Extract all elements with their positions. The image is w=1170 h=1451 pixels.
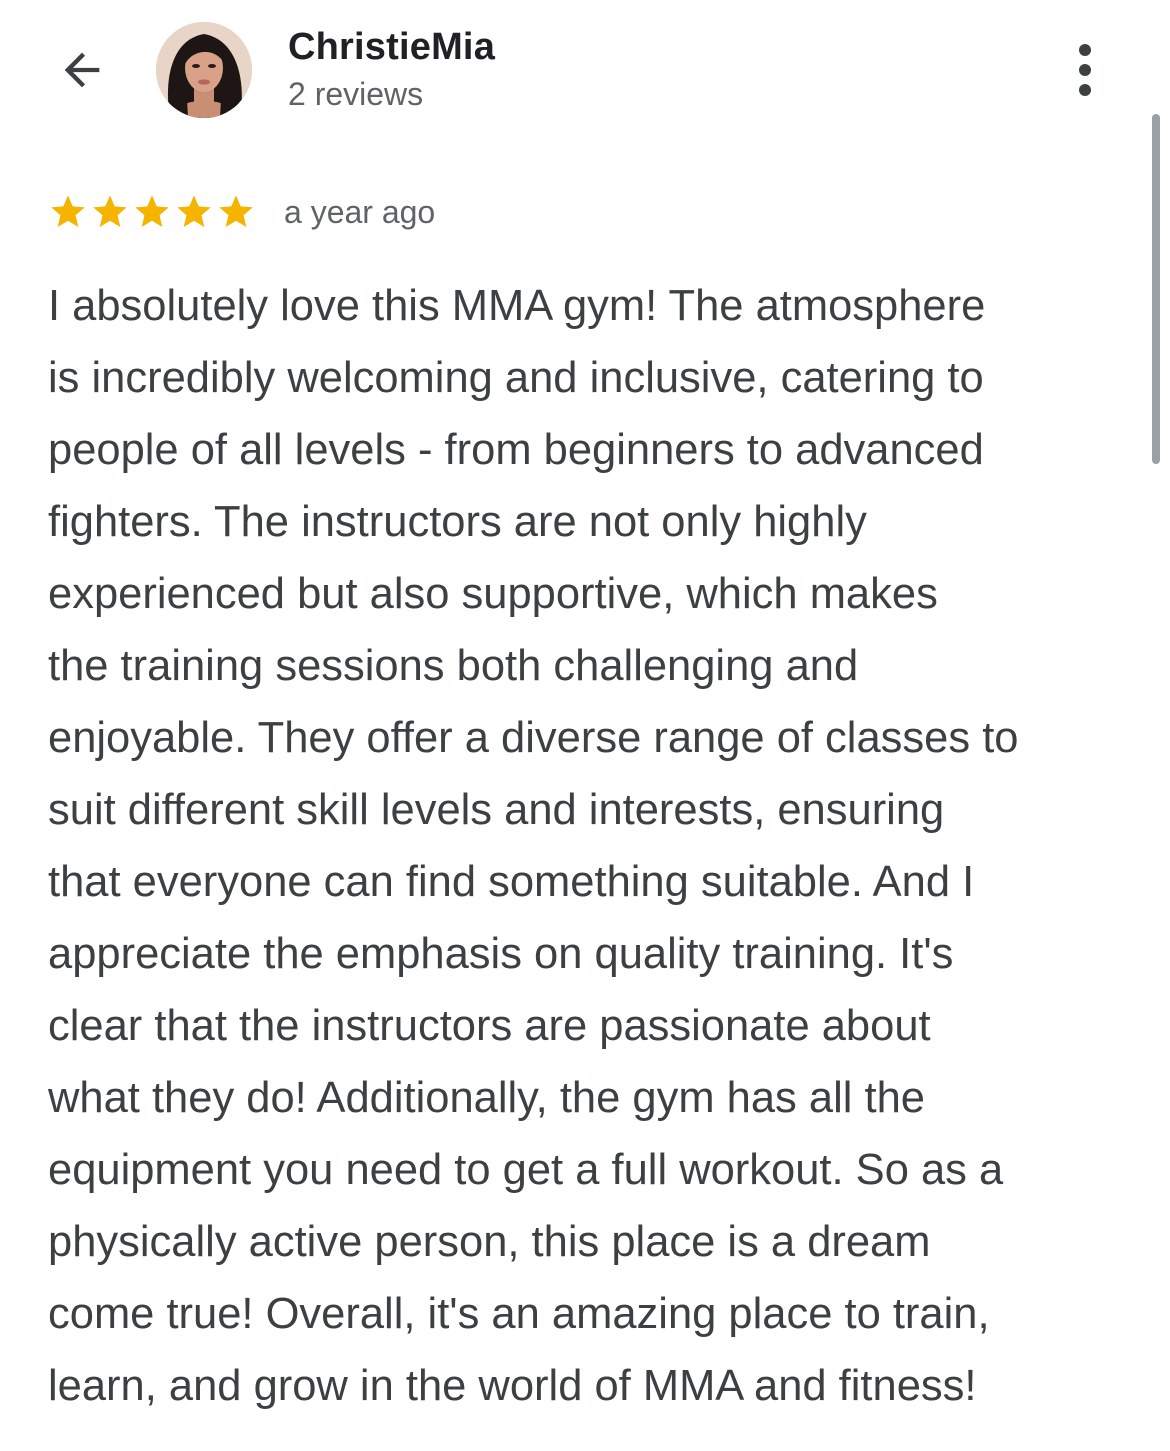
review-text: I absolutely love this MMA gym! The atmo… — [48, 282, 1019, 1410]
review-time: a year ago — [284, 193, 436, 230]
scrollbar[interactable] — [1152, 114, 1160, 464]
more-vertical-icon — [1079, 44, 1091, 96]
back-button[interactable] — [50, 38, 114, 102]
avatar[interactable] — [156, 22, 252, 118]
star-icon — [51, 195, 85, 227]
star-icon — [135, 195, 169, 227]
star-icon — [93, 195, 127, 227]
star-rating — [48, 192, 258, 232]
reviews-count: 2 reviews — [288, 76, 424, 112]
star-icon — [219, 195, 253, 227]
star-icon — [177, 195, 211, 227]
rating-row: a year ago — [48, 190, 435, 234]
more-options-button[interactable] — [1060, 38, 1110, 102]
reviewer-name[interactable]: ChristieMia — [288, 26, 495, 69]
arrow-left-icon — [64, 52, 100, 88]
review-header: ChristieMia 2 reviews — [0, 0, 1170, 140]
avatar-image — [156, 22, 252, 118]
